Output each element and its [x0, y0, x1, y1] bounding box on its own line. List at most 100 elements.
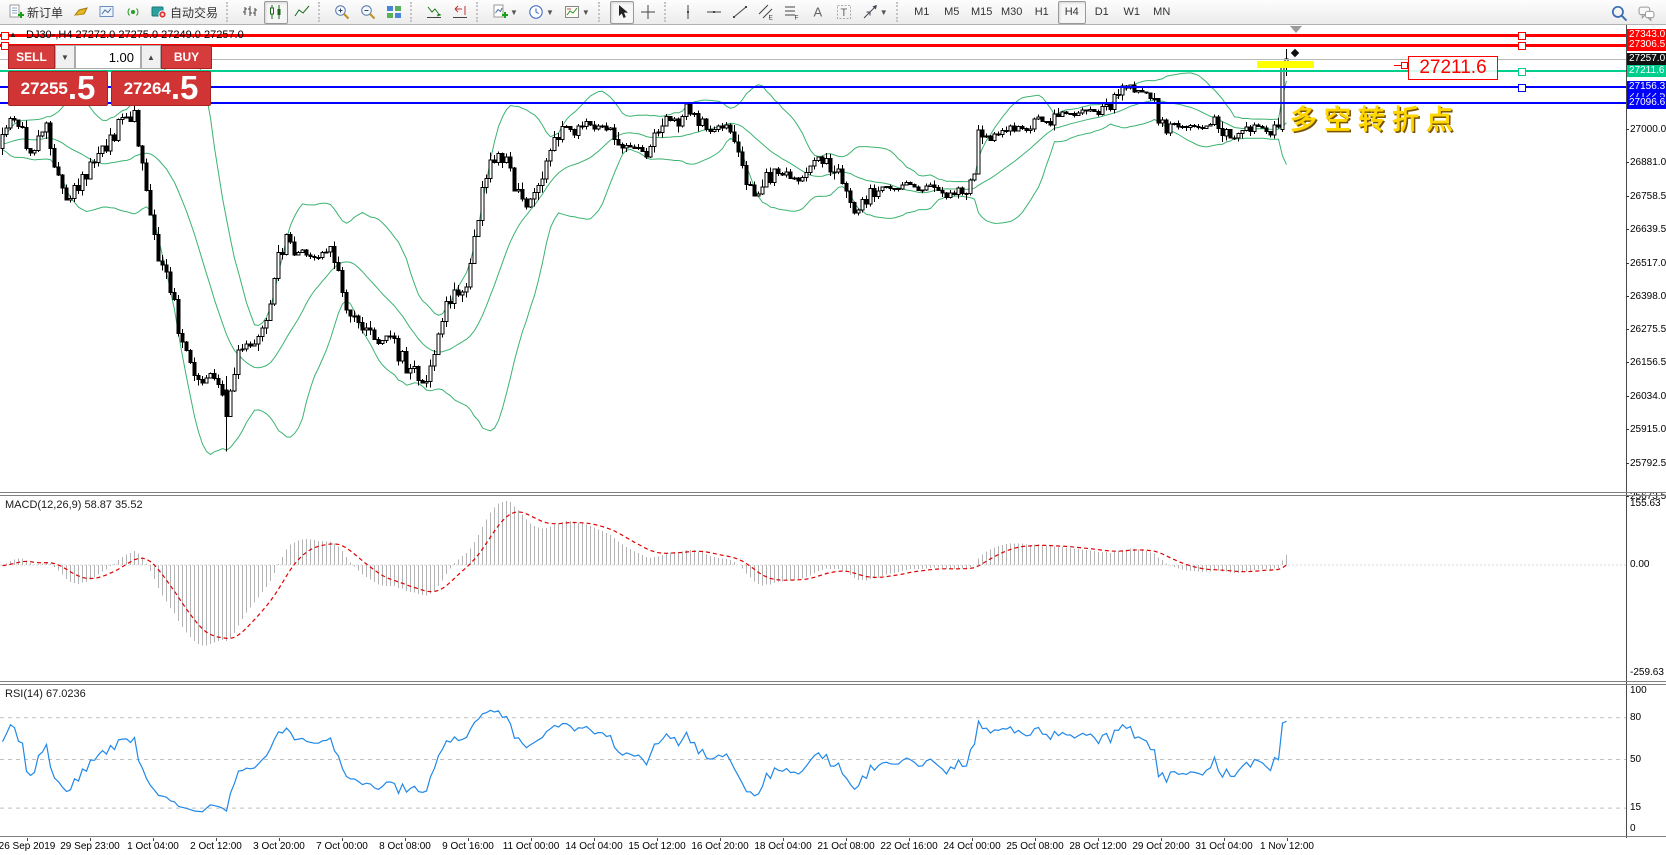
autotrade-icon: [151, 4, 167, 20]
candlestick: [869, 189, 872, 204]
timeframe-h1-button[interactable]: H1: [1028, 1, 1056, 24]
candlestick: [177, 300, 180, 334]
zoom-out-button[interactable]: [356, 1, 380, 24]
candlestick: [561, 126, 564, 139]
horizontal-line-object[interactable]: [0, 86, 1626, 88]
chart-window[interactable]: ▲ DJ30-,H4 27272.0 27275.0 27249.0 27257…: [0, 25, 1666, 855]
tick-mark: [1626, 329, 1629, 330]
candlestick: [1225, 130, 1228, 136]
vertical-line-tool-button[interactable]: [676, 1, 700, 24]
panel-separator[interactable]: [0, 684, 1666, 685]
line-chart-mode-button[interactable]: [290, 1, 314, 24]
one-click-collapse-icon[interactable]: ▲: [9, 30, 17, 39]
new-order-button[interactable]: 新订单: [4, 1, 67, 24]
candlestick: [1065, 112, 1068, 114]
auto-trading-button[interactable]: 自动交易: [147, 1, 222, 24]
buy-price-display[interactable]: 27264.5: [111, 71, 211, 106]
timeframe-m5-button[interactable]: M5: [938, 1, 966, 24]
trendline-tool-button[interactable]: [728, 1, 752, 24]
price-line-label: 27257.0: [1627, 53, 1666, 65]
horizontal-line-object[interactable]: [0, 44, 1626, 47]
line-selection-handle[interactable]: [1518, 68, 1526, 76]
candlestick: [153, 215, 156, 235]
candlestick: [149, 191, 152, 215]
gold-bar-button[interactable]: [69, 1, 93, 24]
timeframe-h4-button[interactable]: H4: [1058, 1, 1086, 24]
dropdown-caret-icon[interactable]: ▼: [880, 8, 888, 17]
arrows-tool-button[interactable]: ▼: [858, 1, 892, 24]
timeframe-m30-button[interactable]: M30: [998, 1, 1026, 24]
panel-separator[interactable]: [0, 836, 1666, 837]
horizontal-line-object[interactable]: [0, 34, 1626, 37]
chart-shift-button[interactable]: [448, 1, 472, 24]
line-selection-handle[interactable]: [1, 32, 9, 40]
volume-input[interactable]: 1.00: [75, 45, 141, 69]
candlestick: [1045, 121, 1048, 122]
crosshair-tool-button[interactable]: [636, 1, 660, 24]
dropdown-caret-icon[interactable]: ▼: [582, 8, 590, 17]
periodicity-button[interactable]: ▼: [524, 1, 558, 24]
candlestick: [721, 126, 724, 128]
channel-tool-button[interactable]: E: [754, 1, 778, 24]
candlestick: [257, 336, 260, 344]
line-selection-handle[interactable]: [1518, 32, 1526, 40]
label-tool-button[interactable]: T: [832, 1, 856, 24]
text-tool-button[interactable]: A: [806, 1, 830, 24]
candlestick: [221, 384, 224, 395]
horizontal-line-object[interactable]: [0, 70, 1626, 72]
timeframe-mn-button[interactable]: MN: [1148, 1, 1176, 24]
bar-chart-mode-button[interactable]: [238, 1, 262, 24]
timeframe-m1-button[interactable]: M1: [908, 1, 936, 24]
candlestick: [673, 119, 676, 121]
templates-button[interactable]: ▼: [560, 1, 594, 24]
candlestick: [205, 378, 208, 383]
sell-price-display[interactable]: 27255.5: [8, 71, 108, 106]
candlestick: [901, 185, 904, 189]
yellow-highlight-bar[interactable]: [1257, 61, 1314, 68]
toolbar-button-label: 自动交易: [170, 4, 218, 21]
scroll-to-end-marker[interactable]: [1290, 26, 1302, 33]
timeframe-w1-button[interactable]: W1: [1118, 1, 1146, 24]
fibonacci-tool-button[interactable]: F: [780, 1, 804, 24]
sell-button[interactable]: SELL: [8, 45, 55, 69]
time-axis[interactable]: 26 Sep 201929 Sep 23:001 Oct 04:002 Oct …: [0, 838, 1666, 855]
candlestick: [1265, 128, 1268, 132]
timeframe-m15-button[interactable]: M15: [968, 1, 996, 24]
horizontal-line-tool-button[interactable]: [702, 1, 726, 24]
panel-separator[interactable]: [0, 681, 1666, 682]
auto-scroll-button[interactable]: [422, 1, 446, 24]
candlestick: [1021, 126, 1024, 128]
price-annotation[interactable]: 27211.6: [1408, 56, 1498, 80]
bid-price-line[interactable]: [0, 59, 1626, 60]
volume-decrease-button[interactable]: ▼: [55, 45, 75, 69]
search-button[interactable]: [1607, 2, 1632, 25]
profiles-button[interactable]: [95, 1, 119, 24]
candlestick: [289, 235, 292, 242]
dropdown-caret-icon[interactable]: ▼: [510, 8, 518, 17]
chat-button[interactable]: [1634, 2, 1659, 25]
toolbar-separator: [226, 2, 234, 22]
annotation-handle-square[interactable]: [1401, 62, 1408, 69]
timeframe-d1-button[interactable]: D1: [1088, 1, 1116, 24]
dropdown-caret-icon[interactable]: ▼: [546, 8, 554, 17]
candle-chart-mode-button[interactable]: [264, 1, 288, 24]
panel-separator[interactable]: [0, 495, 1666, 496]
price-line-label: 27211.6: [1627, 65, 1666, 77]
line-selection-handle[interactable]: [1518, 84, 1526, 92]
panel-separator[interactable]: [0, 492, 1666, 493]
new-chart-button[interactable]: ▼: [488, 1, 522, 24]
toolbar-separator: [598, 2, 606, 22]
candlestick: [93, 162, 96, 163]
line-selection-handle[interactable]: [1518, 42, 1526, 50]
cursor-tool-button[interactable]: [610, 1, 634, 24]
buy-button[interactable]: BUY: [161, 45, 212, 69]
time-axis-label: 8 Oct 08:00: [379, 841, 431, 852]
candlestick: [1033, 119, 1036, 129]
volume-increase-button[interactable]: ▲: [141, 45, 161, 69]
price-chart-svg[interactable]: [0, 25, 1666, 855]
candlestick: [565, 126, 568, 127]
zoom-in-button[interactable]: [330, 1, 354, 24]
tile-windows-button[interactable]: [382, 1, 406, 24]
signals-button[interactable]: [121, 1, 145, 24]
candlestick: [473, 236, 476, 263]
